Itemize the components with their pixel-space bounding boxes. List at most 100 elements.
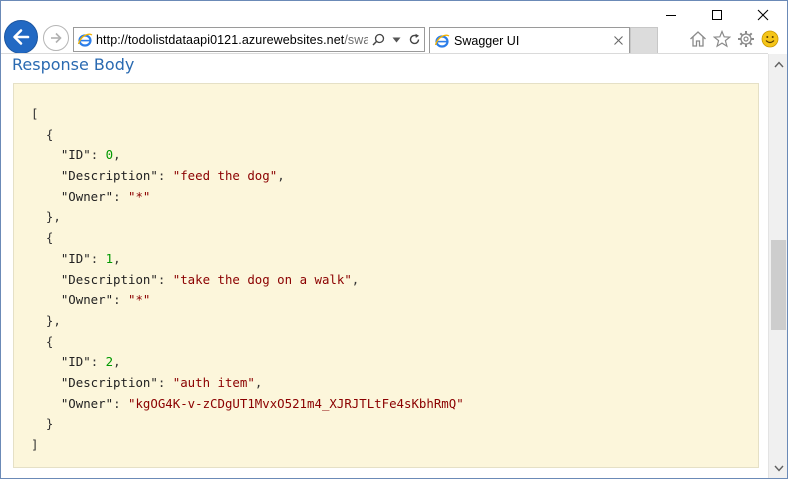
- response-line: "ID": 0,: [31, 145, 464, 166]
- json-key: "Description": [60, 168, 158, 184]
- minimize-button[interactable]: [648, 0, 694, 30]
- minimize-icon: [666, 15, 676, 16]
- favorites-star-icon: [713, 30, 731, 48]
- json-punctuation: :: [157, 168, 173, 184]
- response-line: "Description": "feed the dog",: [31, 166, 464, 187]
- json-punctuation: ,: [113, 147, 121, 163]
- scrollbar-thumb[interactable]: [771, 240, 786, 330]
- json-punctuation: ,: [113, 250, 121, 266]
- json-number: 2: [105, 354, 114, 370]
- favorites-button[interactable]: [711, 28, 733, 50]
- address-path: /swagg: [344, 32, 368, 47]
- json-punctuation: :: [113, 292, 128, 308]
- json-punctuation: },: [45, 209, 61, 225]
- response-line: {: [31, 125, 464, 146]
- vertical-scrollbar[interactable]: [768, 54, 787, 478]
- address-url[interactable]: http://todolistdataapi0121.azurewebsites…: [96, 33, 368, 47]
- json-string: "*": [127, 292, 151, 308]
- response-line: [: [31, 104, 464, 125]
- response-line: "Owner": "*": [31, 290, 464, 311]
- json-key: "ID": [60, 250, 91, 266]
- json-punctuation: },: [45, 312, 61, 328]
- json-punctuation: {: [45, 230, 54, 246]
- json-string: "take the dog on a walk": [172, 271, 352, 287]
- json-punctuation: ,: [277, 168, 285, 184]
- response-line: {: [31, 228, 464, 249]
- home-button[interactable]: [687, 28, 709, 50]
- json-number: 0: [105, 147, 114, 163]
- json-key: "ID": [60, 147, 91, 163]
- json-punctuation: :: [113, 395, 128, 411]
- address-host: http://todolistdataapi0121.azurewebsites…: [96, 32, 345, 47]
- json-punctuation: :: [90, 147, 106, 163]
- back-arrow-icon: [13, 29, 30, 45]
- forward-arrow-icon: [51, 32, 62, 44]
- json-string: "feed the dog": [172, 168, 278, 184]
- settings-button[interactable]: [735, 28, 757, 50]
- close-window-button[interactable]: [740, 0, 786, 30]
- json-punctuation: :: [90, 354, 106, 370]
- response-line: {: [31, 332, 464, 353]
- tab-close-icon: [613, 36, 623, 45]
- new-tab-button[interactable]: [630, 27, 658, 53]
- smiley-feedback-icon: [761, 30, 779, 48]
- json-punctuation: :: [157, 374, 173, 390]
- json-punctuation: ,: [351, 271, 360, 287]
- json-string: "auth item": [172, 374, 255, 390]
- close-icon: [757, 9, 769, 21]
- scroll-down-icon: [773, 465, 784, 472]
- response-line: "Owner": "kgOG4K-v-zCDgUT1MvxO521m4_XJRJ…: [31, 394, 464, 415]
- ie-logo-icon: [430, 33, 454, 49]
- response-line: "Owner": "*": [31, 187, 464, 208]
- json-key: "ID": [60, 354, 91, 370]
- json-punctuation: [: [31, 106, 39, 121]
- json-key: "Owner": [60, 292, 114, 308]
- maximize-icon: [712, 10, 722, 20]
- settings-gear-icon: [738, 31, 754, 47]
- response-body: [ { "ID": 0, "Description": "feed the do…: [13, 83, 759, 468]
- ie-logo-icon: [74, 28, 96, 51]
- json-punctuation: :: [157, 271, 173, 287]
- json-punctuation: :: [90, 250, 106, 266]
- maximize-button[interactable]: [694, 0, 740, 30]
- response-line: "ID": 2,: [31, 352, 464, 373]
- json-punctuation: }: [45, 416, 54, 432]
- json-key: "Description": [60, 271, 158, 287]
- feedback-button[interactable]: [759, 28, 781, 50]
- address-bar[interactable]: http://todolistdataapi0121.azurewebsites…: [73, 27, 425, 52]
- scroll-up-button[interactable]: [769, 54, 788, 74]
- json-punctuation: ]: [31, 437, 39, 452]
- response-json: [ { "ID": 0, "Description": "feed the do…: [31, 104, 464, 456]
- forward-button[interactable]: [43, 25, 69, 51]
- json-punctuation: ,: [254, 374, 263, 390]
- response-line: ]: [31, 435, 464, 456]
- refresh-icon[interactable]: [406, 30, 422, 50]
- dropdown-icon[interactable]: [388, 30, 404, 50]
- scroll-up-icon: [773, 60, 784, 67]
- response-line: "Description": "auth item",: [31, 373, 464, 394]
- json-punctuation: {: [45, 333, 54, 349]
- page-content: Response Body [ { "ID": 0, "Description"…: [1, 53, 768, 478]
- json-key: "Description": [60, 374, 158, 390]
- response-body-title: Response Body: [12, 55, 135, 74]
- response-line: },: [31, 207, 464, 228]
- json-string: "*": [127, 188, 151, 204]
- json-key: "Owner": [60, 395, 114, 411]
- json-punctuation: {: [45, 126, 54, 142]
- tab-swagger-ui[interactable]: Swagger UI: [429, 27, 630, 53]
- search-icon[interactable]: [370, 30, 386, 50]
- json-punctuation: ,: [113, 354, 121, 370]
- scroll-down-button[interactable]: [769, 458, 788, 478]
- response-line: "ID": 1,: [31, 249, 464, 270]
- tab-close-button[interactable]: [609, 32, 627, 50]
- tab-label: Swagger UI: [454, 33, 520, 48]
- json-string: "kgOG4K-v-zCDgUT1MvxO521m4_XJRJTLtFe4sKb…: [127, 395, 464, 411]
- json-number: 1: [105, 250, 114, 266]
- response-line: }: [31, 414, 464, 435]
- response-line: "Description": "take the dog on a walk",: [31, 270, 464, 291]
- response-line: },: [31, 311, 464, 332]
- home-icon: [690, 31, 706, 47]
- back-button[interactable]: [4, 20, 38, 54]
- json-key: "Owner": [60, 188, 114, 204]
- json-punctuation: :: [113, 188, 128, 204]
